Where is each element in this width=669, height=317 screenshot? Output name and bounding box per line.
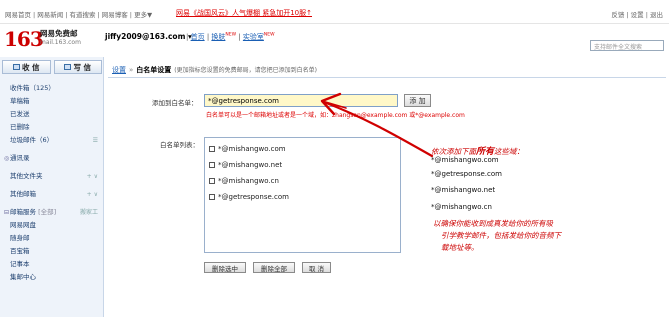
account-menu[interactable]: jiffy2009@163.com ▾ <box>105 32 192 41</box>
whitelist-entry[interactable]: *@mishangwo.cn <box>205 173 400 189</box>
service-item[interactable]: 集邮中心 <box>0 271 104 284</box>
top-link-more[interactable]: 更多▼ <box>134 11 152 19</box>
new-badge: NEW <box>263 32 275 38</box>
receive-button[interactable]: 收 信 <box>2 60 51 74</box>
top-nav-bar: 网易首页 | 网易新闻 | 有道搜索 | 网易博客 | 更多▼ 网易《战国风云》人气爆棚… <box>0 0 669 24</box>
whitelist-entry-text: *@getresponse.com <box>218 193 289 201</box>
brand-domain: mail.163.com <box>40 39 81 46</box>
service-item[interactable]: 随身邮 <box>0 232 104 245</box>
compose-button[interactable]: 写 信 <box>53 60 102 74</box>
annotation-email: *@mishangwo.cn <box>431 203 492 211</box>
cancel-button[interactable]: 取 消 <box>302 262 331 273</box>
service-item[interactable]: 网易网盘 <box>0 219 104 232</box>
folder-spam-label: 垃圾邮件（6） <box>10 136 54 144</box>
mail-services-move-link[interactable]: 搬家工 <box>80 206 98 219</box>
brand-title: 网易免费邮 <box>40 29 78 38</box>
skin-link[interactable]: 换肤 <box>211 33 225 41</box>
whitelist-list-label: 白名单列表： <box>160 141 199 149</box>
add-whitelist-label: 添加到白名单： <box>152 99 198 107</box>
folder-sent[interactable]: 已发送 <box>0 108 104 121</box>
search-input[interactable]: 支持邮件全文搜索 <box>590 40 664 51</box>
breadcrumb: 设置» 白名单设置 (更加指标您设置的免费邮局，请您把已添加到白名单) <box>108 64 666 78</box>
breadcrumb-separator: » <box>129 66 134 74</box>
top-right-links: 反馈 | 设置 | 退出 <box>611 11 663 19</box>
sidebar-actions: 收 信 写 信 <box>2 60 102 74</box>
contacts-link[interactable]: ◎ 通讯录 <box>0 152 104 165</box>
new-badge: NEW <box>225 32 237 38</box>
logout-link[interactable]: 退出 <box>650 11 663 19</box>
entry-checkbox[interactable] <box>209 194 215 200</box>
annotation-heading-pre: 依次添加下面 <box>431 147 476 156</box>
annotation-note-line: 以确保你能收到成真发给你的所有吸 <box>433 219 553 228</box>
annotation-email: *@mishangwo.com <box>431 156 499 164</box>
other-mailboxes-label: 其他邮箱 <box>10 190 36 198</box>
annotation-note-line: 引学教学邮件，包括发给你的音频下 <box>441 231 561 240</box>
receive-label: 收 信 <box>21 62 40 72</box>
feedback-link[interactable]: 反馈 <box>611 11 624 19</box>
folder-list: 收件箱（125） 草稿箱 已发送 已删除 垃圾邮件（6） ☰ ◎ 通讯录 其他文… <box>0 82 104 284</box>
compose-label: 写 信 <box>73 62 92 72</box>
entry-checkbox[interactable] <box>209 162 215 168</box>
mail-services-label: 邮箱服务 <box>10 208 36 216</box>
annotation-heading-post: 这些域： <box>494 147 525 156</box>
annotation-email: *@getresponse.com <box>431 170 502 178</box>
entry-checkbox[interactable] <box>209 178 215 184</box>
service-item[interactable]: 记事本 <box>0 258 104 271</box>
top-links: 网易首页 | 网易新闻 | 有道搜索 | 网易博客 | 更多▼ <box>5 11 153 19</box>
top-link[interactable]: 网易新闻 <box>37 11 63 19</box>
whitelist-entry-text: *@mishangwo.com <box>218 145 286 153</box>
other-mailboxes[interactable]: 其他邮箱 + ∨ <box>0 188 104 201</box>
entry-checkbox[interactable] <box>209 146 215 152</box>
lab-link[interactable]: 实验室 <box>243 33 264 41</box>
promo-link[interactable]: 网易《战国风云》人气爆棚 紧急加开10服↑ <box>176 8 312 18</box>
other-folders-controls[interactable]: + ∨ <box>87 170 98 183</box>
top-link[interactable]: 有道搜索 <box>70 11 96 19</box>
service-item[interactable]: 百宝箱 <box>0 245 104 258</box>
settings-link[interactable]: 设置 <box>631 11 644 19</box>
collapse-icon[interactable]: ⊟ <box>4 206 9 219</box>
home-link[interactable]: 首页 <box>191 33 205 41</box>
folder-spam-menu-icon[interactable]: ☰ <box>93 134 98 147</box>
page-title: 白名单设置 <box>136 66 172 74</box>
annotation-email: *@mishangwo.net <box>431 186 496 194</box>
folder-inbox[interactable]: 收件箱（125） <box>0 82 104 95</box>
brand-name: 网易免费邮 mail.163.com <box>40 29 81 47</box>
delete-selected-button[interactable]: 删除选中 <box>204 262 246 273</box>
inbox-icon <box>12 64 20 70</box>
pencil-icon <box>64 64 72 70</box>
brand-logo[interactable]: 163 <box>4 27 44 51</box>
page-description: (更加指标您设置的免费邮局，请您把已添加到白名单) <box>174 67 317 74</box>
sidebar: 收 信 写 信 收件箱（125） 草稿箱 已发送 已删除 垃圾邮件（6） ☰ ◎… <box>0 57 104 317</box>
other-mailboxes-controls[interactable]: + ∨ <box>87 188 98 201</box>
delete-all-button[interactable]: 删除全部 <box>253 262 295 273</box>
mail-services-header[interactable]: ⊟ 邮箱服务 [全部] 搬家工 <box>0 206 104 219</box>
whitelist-entry[interactable]: *@getresponse.com <box>205 189 400 205</box>
folder-drafts[interactable]: 草稿箱 <box>0 95 104 108</box>
top-link[interactable]: 网易首页 <box>5 11 31 19</box>
other-folders-label: 其他文件夹 <box>10 172 43 180</box>
whitelist-entry-text: *@mishangwo.net <box>218 161 283 169</box>
whitelist-entry-text: *@mishangwo.cn <box>218 177 279 185</box>
contacts-icon: ◎ <box>4 155 10 162</box>
folder-deleted[interactable]: 已删除 <box>0 121 104 134</box>
other-folders[interactable]: 其他文件夹 + ∨ <box>0 170 104 183</box>
account-links: | 首页 | 换肤NEW | 实验室NEW <box>186 32 275 41</box>
folder-spam[interactable]: 垃圾邮件（6） ☰ <box>0 134 104 147</box>
mail-services-all-link[interactable]: [全部] <box>38 208 56 216</box>
breadcrumb-settings-link[interactable]: 设置 <box>112 66 126 74</box>
annotation-arrow-icon <box>320 92 434 158</box>
top-link[interactable]: 网易博客 <box>102 11 128 19</box>
contacts-label: 通讯录 <box>10 154 30 162</box>
annotation-note-line: 载地址等。 <box>441 243 479 252</box>
